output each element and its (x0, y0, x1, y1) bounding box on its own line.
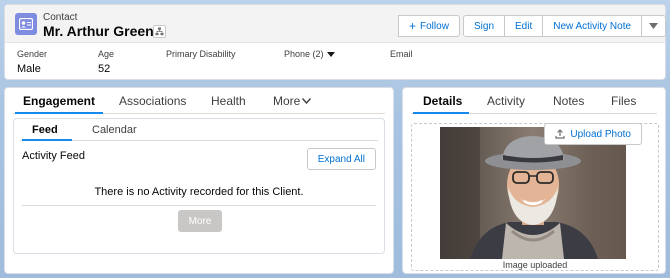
highlights-panel: Gender Male Age 52 Primary Disability Ph… (17, 49, 665, 79)
photo-caption: Image uploaded (502, 260, 568, 270)
field-phone[interactable]: Phone (2) (284, 49, 335, 63)
left-tab-bar: Engagement Associations Health More (13, 88, 385, 114)
field-email: Email (390, 49, 413, 59)
tab-notes[interactable]: Notes (553, 94, 584, 108)
activity-feed-card: Feed Calendar Activity Feed Expand All T… (13, 118, 385, 254)
active-tab-indicator (15, 112, 103, 114)
right-tab-bar: Details Activity Notes Files (411, 88, 657, 114)
expand-all-button[interactable]: Expand All (306, 148, 376, 170)
engagement-card: Engagement Associations Health More Feed… (4, 87, 394, 274)
upload-photo-button[interactable]: Upload Photo (544, 123, 642, 145)
sign-button[interactable]: Sign (463, 15, 506, 37)
field-age: Age 52 (98, 49, 115, 75)
empty-activity-message: There is no Activity recorded for this C… (94, 186, 304, 198)
upload-icon (555, 129, 565, 139)
tab-calendar[interactable]: Calendar (92, 124, 137, 136)
tab-activity[interactable]: Activity (487, 94, 525, 108)
contact-photo (440, 127, 626, 259)
field-gender: Gender Male (17, 49, 48, 75)
tab-feed[interactable]: Feed (32, 124, 58, 136)
contact-card-icon (15, 13, 37, 35)
photo-drop-zone[interactable]: Upload Photo Image uploaded (411, 123, 659, 271)
divider (22, 205, 376, 206)
tab-details[interactable]: Details (423, 94, 462, 108)
active-subtab-indicator (22, 139, 72, 141)
tab-engagement[interactable]: Engagement (23, 94, 95, 108)
plus-icon: + (409, 19, 417, 33)
more-button[interactable]: More (178, 210, 222, 232)
edit-button[interactable]: Edit (505, 15, 544, 37)
details-card: Details Activity Notes Files Upload Phot… (402, 87, 666, 274)
header-bar: Contact Mr. Arthur Green + Follow Sign E… (5, 5, 667, 43)
follow-button[interactable]: + Follow (398, 15, 460, 37)
tab-more[interactable]: More (273, 94, 312, 108)
chevron-down-icon (302, 98, 312, 104)
new-activity-note-button[interactable]: New Activity Note (543, 15, 643, 37)
feed-subtab-bar: Feed Calendar (20, 119, 378, 141)
actions-dropdown-button[interactable] (642, 15, 667, 37)
tab-health[interactable]: Health (211, 94, 246, 108)
hierarchy-icon[interactable] (153, 25, 166, 38)
active-tab-indicator (413, 112, 469, 114)
tab-files[interactable]: Files (611, 94, 636, 108)
record-name: Mr. Arthur Green (43, 23, 154, 39)
field-primary-disability: Primary Disability (166, 49, 236, 59)
record-header: Contact Mr. Arthur Green + Follow Sign E… (4, 4, 667, 80)
record-type-label: Contact (43, 12, 78, 23)
chevron-down-icon (649, 23, 659, 29)
tab-associations[interactable]: Associations (119, 94, 186, 108)
caret-down-icon (326, 51, 335, 57)
activity-feed-title: Activity Feed (22, 150, 85, 162)
